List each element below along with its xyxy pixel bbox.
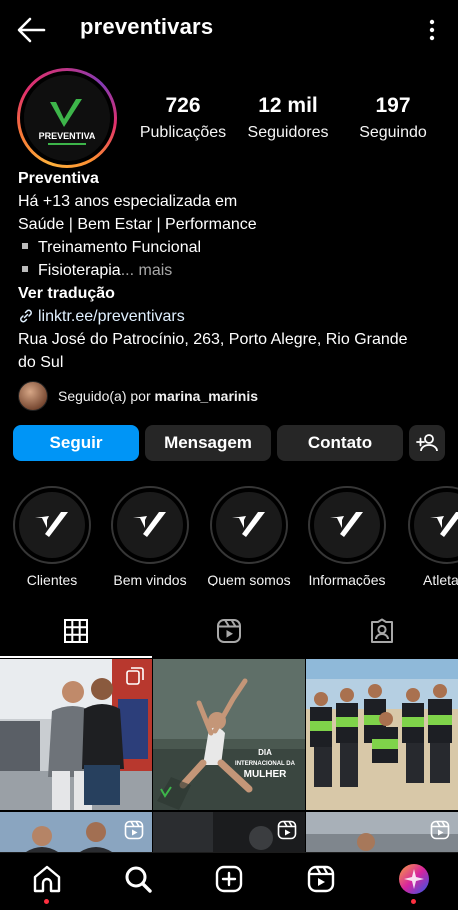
highlight-bem-vindos[interactable]: Bem vindos	[105, 486, 195, 586]
highlight-label: Bem vindos	[113, 572, 187, 586]
stat-followers[interactable]: 12 mil Seguidores	[241, 94, 335, 142]
nav-profile[interactable]	[398, 863, 430, 904]
suggest-users-button[interactable]	[409, 425, 445, 461]
profile-bio: Preventiva Há +13 anos especializada em …	[18, 167, 438, 374]
profile-tabs	[0, 606, 458, 658]
create-icon	[215, 865, 243, 893]
bio-website-link[interactable]: linktr.ee/preventivars	[18, 305, 438, 328]
stat-posts[interactable]: 726 Publicações	[136, 94, 230, 142]
reels-icon	[217, 619, 241, 643]
bio-line-1: Há +13 anos especializada em	[18, 193, 238, 210]
notification-dot	[44, 899, 49, 904]
post-thumbnail[interactable]	[0, 812, 152, 852]
carousel-icon	[126, 667, 144, 685]
back-arrow-icon[interactable]	[16, 16, 46, 44]
post-thumbnail[interactable]	[0, 659, 152, 810]
bio-line-2: Saúde | Bem Estar | Performance	[18, 216, 257, 233]
profile-name: Preventiva	[18, 170, 99, 187]
highlight-informacoes[interactable]: Informações	[302, 486, 392, 586]
post-thumbnail[interactable]	[153, 812, 305, 852]
mutual-follower-avatar	[18, 381, 48, 411]
preventiva-logo: PREVENTIVA	[24, 75, 110, 161]
nav-create[interactable]	[213, 863, 245, 895]
nav-home[interactable]	[31, 863, 63, 904]
profile-username: preventivars	[80, 14, 214, 39]
svg-text:MULHER: MULHER	[244, 769, 288, 780]
follow-button[interactable]: Seguir	[13, 425, 139, 461]
tab-posts-grid[interactable]	[0, 606, 152, 658]
nav-reels[interactable]	[305, 863, 337, 895]
more-vertical-icon[interactable]	[428, 18, 436, 42]
highlight-clientes[interactable]: Clientes	[7, 486, 97, 586]
bottom-navigation	[0, 852, 458, 910]
nav-search[interactable]	[122, 863, 154, 895]
highlight-label: Clientes	[26, 572, 78, 586]
highlight-quem-somos[interactable]: Quem somos	[204, 486, 294, 586]
grid-icon	[64, 619, 88, 643]
following-count: 197	[375, 94, 411, 117]
story-highlights: Clientes Bem vindos Quem somos Informaçõ…	[0, 486, 458, 586]
posts-count: 726	[165, 94, 201, 117]
bullet-square-icon	[22, 265, 28, 272]
preventiva-logo-icon	[133, 512, 166, 537]
svg-text:INTERNACIONAL DA: INTERNACIONAL DA	[235, 761, 296, 767]
post-thumbnail[interactable]: DIA INTERNACIONAL DA MULHER	[153, 659, 305, 810]
svg-text:DIA: DIA	[258, 748, 272, 757]
preventiva-logo-icon	[430, 512, 458, 537]
following-label: Seguindo	[359, 124, 427, 141]
posts-grid: DIA INTERNACIONAL DA MULHER	[0, 659, 458, 852]
post-image: DIA INTERNACIONAL DA MULHER	[153, 659, 305, 810]
post-thumbnail[interactable]	[306, 812, 458, 852]
reels-badge-icon	[277, 820, 297, 840]
svg-text:PREVENTIVA: PREVENTIVA	[39, 131, 96, 141]
followers-label: Seguidores	[247, 124, 329, 141]
followed-by-text: Seguido(a) por marina_marinis	[58, 388, 259, 404]
stat-following[interactable]: 197 Seguindo	[353, 94, 433, 142]
profile-avatar[interactable]: PREVENTIVA	[17, 68, 117, 168]
followed-by[interactable]: Seguido(a) por marina_marinis	[18, 381, 438, 411]
preventiva-logo-icon	[330, 512, 363, 537]
message-button[interactable]: Mensagem	[145, 425, 271, 461]
search-icon	[125, 866, 152, 893]
preventiva-logo-icon	[35, 512, 68, 537]
highlight-label: Atleta	[423, 572, 458, 586]
highlight-atleta[interactable]: Atleta	[401, 486, 458, 586]
contact-button[interactable]: Contato	[277, 425, 403, 461]
highlight-label: Informações	[308, 572, 386, 586]
post-thumbnail[interactable]	[306, 659, 458, 810]
notification-dot	[411, 899, 416, 904]
followers-count: 12 mil	[258, 94, 318, 117]
top-bar: preventivars	[0, 0, 458, 60]
reels-badge-icon	[124, 820, 144, 840]
posts-label: Publicações	[139, 124, 227, 141]
link-icon	[20, 309, 32, 323]
reels-nav-icon	[307, 865, 335, 893]
post-image	[306, 659, 458, 810]
tab-reels[interactable]	[153, 606, 305, 658]
add-user-icon	[416, 434, 438, 452]
profile-avatar-icon	[399, 864, 429, 894]
bio-bullet-1: Treinamento Funcional	[18, 236, 438, 259]
tagged-icon	[371, 618, 393, 643]
bio-address-2: do Sul	[18, 354, 64, 371]
home-icon	[33, 865, 61, 893]
highlight-label: Quem somos	[207, 572, 291, 586]
bio-bullet-2: Fisioterapia... mais	[18, 259, 438, 282]
bio-address-1: Rua José do Patrocínio, 263, Porto Alegr…	[18, 331, 408, 348]
bullet-square-icon	[22, 242, 28, 249]
bio-more-link[interactable]: ... mais	[121, 262, 173, 279]
reels-badge-icon	[430, 820, 450, 840]
preventiva-logo-icon	[232, 512, 265, 537]
see-translation-link[interactable]: Ver tradução	[18, 282, 438, 305]
tab-tagged[interactable]	[306, 606, 458, 658]
